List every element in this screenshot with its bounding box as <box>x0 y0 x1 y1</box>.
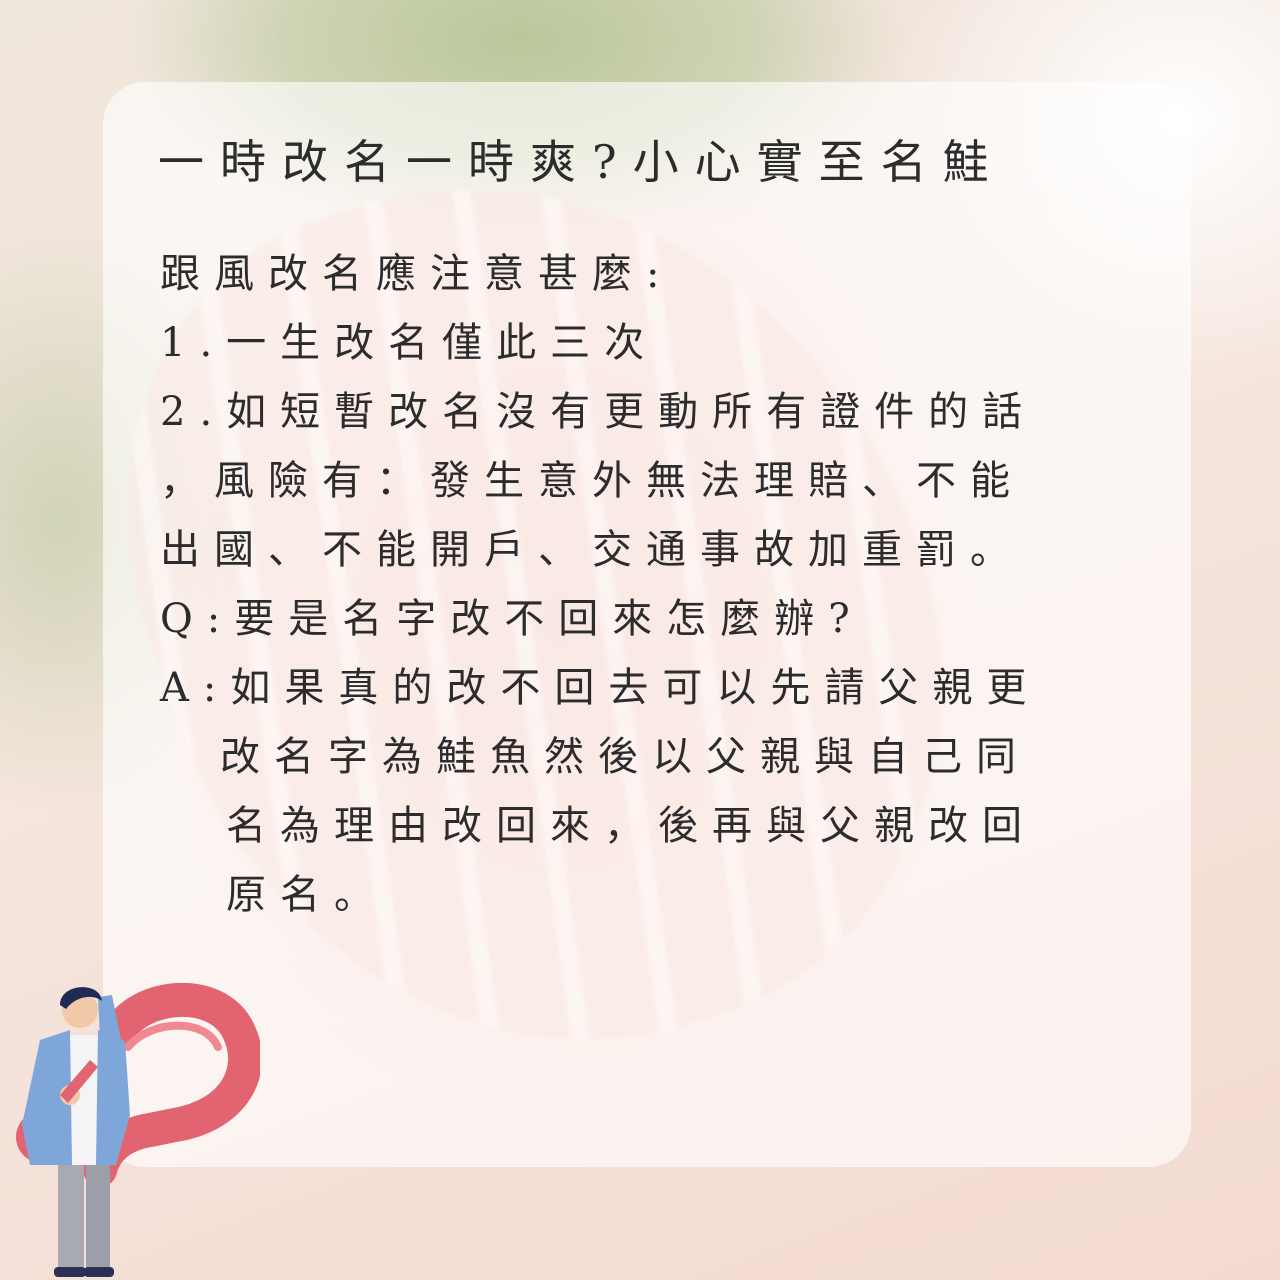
answer-line-4: 原名。 <box>226 872 388 918</box>
question-line: Q:要是名字改不回來怎麼辦? <box>160 596 864 642</box>
point-2-line-3: 出國、不能開戶、交通事故加重罰。 <box>160 527 1024 573</box>
point-1: 1.一生改名僅此三次 <box>160 320 659 366</box>
point-2-line-1: 2.如短暫改名沒有更動所有證件的話 <box>160 389 1037 435</box>
answer-line-1: A:如果真的改不回去可以先請父親更 <box>160 665 1041 711</box>
person-question-illustration <box>16 982 260 1277</box>
page-title: 一時改名一時爽?小心實至名鮭 <box>158 135 1005 189</box>
answer-line-3: 名為理由改回來，後再與父親改回 <box>226 803 1036 849</box>
answer-line-2: 改名字為鮭魚然後以父親與自己同 <box>220 734 1030 780</box>
content-body: 跟風改名應注意甚麼: 1.一生改名僅此三次 2.如短暫改名沒有更動所有證件的話 … <box>160 240 1140 930</box>
point-2-line-2: ，風險有：發生意外無法理賠、不能 <box>160 458 1024 504</box>
heading-line: 跟風改名應注意甚麼: <box>160 251 674 297</box>
